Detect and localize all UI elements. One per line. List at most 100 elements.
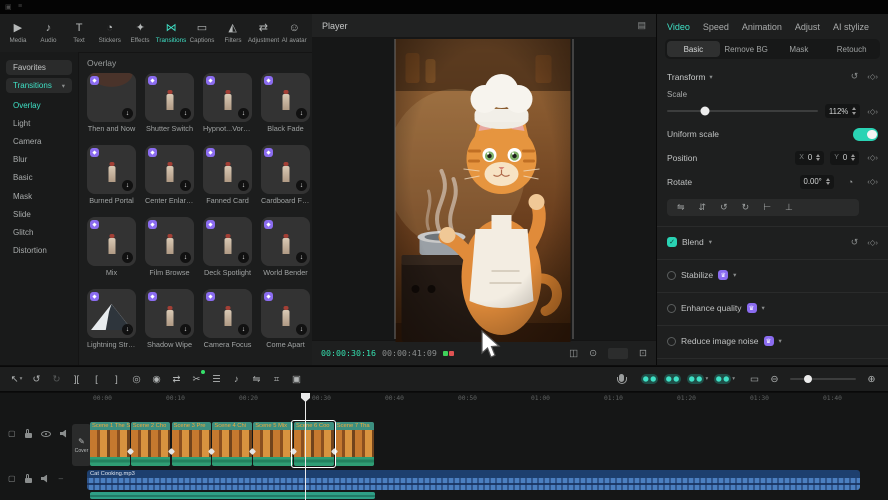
reverse-button[interactable]: ⇄	[168, 370, 185, 388]
player-menu-icon[interactable]: ▤	[637, 20, 646, 31]
mask-button[interactable]: ▣	[288, 370, 305, 388]
lock-icon[interactable]	[25, 433, 32, 438]
tool-captions[interactable]: ▭Captions	[187, 22, 217, 44]
freeze-frame-button[interactable]: ◎	[128, 370, 145, 388]
transition-item[interactable]: ◆↓Shadow Wipe	[145, 289, 194, 349]
section-blend[interactable]: ✓Blend▾↺‹◇›	[667, 236, 878, 249]
sidebar-item-glitch[interactable]: Glitch	[0, 223, 78, 241]
scale-slider-knob[interactable]	[700, 107, 709, 116]
sidebar-item-overlay[interactable]: Overlay	[0, 96, 78, 114]
tab-speed[interactable]: Speed	[703, 22, 729, 32]
checkbox-icon[interactable]	[667, 271, 676, 280]
chevron-down-icon[interactable]: ▾	[709, 238, 712, 246]
tab-ai-stylize[interactable]: AI stylize	[833, 22, 869, 32]
compare-icon[interactable]: ◫	[569, 348, 578, 359]
tab-video[interactable]: Video	[667, 22, 690, 32]
tool-stickers[interactable]: ◔Stickers	[95, 22, 125, 44]
keyframe-icon[interactable]: ‹◇›	[867, 177, 878, 186]
timeline-clip[interactable]: Scene 1 The S	[90, 422, 130, 466]
timeline-clip[interactable]: Scene 4 Chi	[212, 422, 252, 466]
sidebar-item-camera[interactable]: Camera	[0, 132, 78, 150]
transition-item[interactable]: ◆↓Mix	[87, 217, 136, 277]
link-toggle[interactable]	[664, 370, 681, 388]
mute-icon[interactable]	[60, 430, 69, 438]
position-x-box[interactable]: X 0	[795, 151, 824, 165]
chevron-down-icon[interactable]: ▾	[762, 304, 765, 312]
sidebar-item-slide[interactable]: Slide	[0, 205, 78, 223]
transition-item[interactable]: ◆↓Come Apart	[261, 289, 310, 349]
transition-item[interactable]: ◆↓Film Browse	[145, 217, 194, 277]
subtab-basic[interactable]: Basic	[667, 41, 720, 57]
sidebar-item-mask[interactable]: Mask	[0, 187, 78, 205]
reset-icon[interactable]: ↺	[851, 237, 859, 248]
track-collapse-icon[interactable]: ▢	[8, 429, 16, 438]
scale-value-box[interactable]: 112%	[825, 104, 860, 118]
align-left-icon[interactable]: ⊢	[763, 202, 771, 213]
loop-button[interactable]: ◉	[148, 370, 165, 388]
timeline-clip[interactable]: Scene 5 Mix	[253, 422, 293, 466]
subtab-retouch[interactable]: Retouch	[825, 41, 878, 57]
transition-item[interactable]: ◆↓Cardboard Fan	[261, 145, 310, 205]
subtab-mask[interactable]: Mask	[773, 41, 826, 57]
tab-adjust[interactable]: Adjust	[795, 22, 820, 32]
flip-vertical-icon[interactable]: ⇵	[699, 202, 707, 213]
tool-media[interactable]: ▶Media	[3, 22, 33, 44]
transition-item[interactable]: ◆↓Then and Now	[87, 73, 136, 133]
smart-split-button[interactable]: ✂	[188, 370, 205, 388]
trim-left-button[interactable]: [	[88, 370, 105, 388]
position-x-stepper[interactable]	[816, 154, 820, 162]
keyframe-icon[interactable]: ‹◇›	[867, 72, 878, 81]
crop-button[interactable]: ⌗	[268, 370, 285, 388]
select-tool[interactable]: ↖▾	[8, 370, 25, 388]
rotate-dial-icon[interactable]: ◔	[848, 177, 853, 187]
zoom-slider-knob[interactable]	[804, 375, 812, 383]
track-collapse-icon[interactable]: ▢	[8, 474, 16, 483]
timeline-clip[interactable]: Scene 7 Tha	[335, 422, 375, 466]
playhead-handle[interactable]	[301, 393, 310, 402]
audio-clip[interactable]: Cat Cooking.mp3	[87, 470, 860, 490]
transcript-button[interactable]: ☰	[208, 370, 225, 388]
transition-item[interactable]: ◆↓Deck Spotlight	[203, 217, 252, 277]
sidebar-item-favorites[interactable]: Favorites	[6, 60, 72, 75]
timeline-clip[interactable]: Scene 2 Cho	[131, 422, 171, 466]
timeline-clip[interactable]: Scene 3 Pre	[172, 422, 212, 466]
checkbox-checked-icon[interactable]: ✓	[667, 237, 677, 247]
sidebar-item-basic[interactable]: Basic	[0, 169, 78, 187]
keyframe-icon[interactable]: ‹◇›	[867, 153, 878, 162]
snapshot-icon[interactable]: ⊙	[589, 348, 597, 359]
window-menu-icon[interactable]: ▣	[5, 3, 12, 11]
section-enhance-quality[interactable]: Enhance quality♛▾	[667, 302, 878, 315]
extract-audio-button[interactable]: ♪	[228, 370, 245, 388]
preview-monitor-button[interactable]: ▭	[746, 370, 763, 388]
checkbox-icon[interactable]	[667, 337, 676, 346]
tool-ai-avatar[interactable]: ☺AI avatar	[279, 22, 309, 44]
tool-effects[interactable]: ✦Effects	[126, 22, 156, 44]
edit-cover-button[interactable]: ✎ Cover	[72, 424, 91, 466]
sidebar-item-distortion[interactable]: Distortion	[0, 242, 78, 260]
autoscroll-toggle[interactable]: ▾	[714, 370, 735, 388]
transform-section-header[interactable]: Transform ▾ ↺ ‹◇›	[667, 71, 878, 82]
redo-button[interactable]: ↻	[48, 370, 65, 388]
tab-animation[interactable]: Animation	[742, 22, 782, 32]
tool-audio[interactable]: ♪Audio	[34, 22, 64, 44]
transition-item[interactable]: ◆↓Black Fade	[261, 73, 310, 133]
fullscreen-icon[interactable]: ⊡	[639, 348, 647, 359]
keyframe-icon[interactable]: ‹◇›	[867, 238, 878, 247]
checkbox-icon[interactable]	[667, 304, 676, 313]
scale-slider[interactable]	[667, 110, 818, 112]
transition-item[interactable]: ◆↓Fanned Card	[203, 145, 252, 205]
split-button[interactable]: ][	[68, 370, 85, 388]
uniform-scale-toggle[interactable]	[853, 128, 878, 141]
timeline-zoom-slider[interactable]	[790, 378, 856, 380]
subtab-remove-bg[interactable]: Remove BG	[720, 41, 773, 57]
scale-stepper[interactable]	[852, 107, 856, 115]
transition-item[interactable]: ◆↓Center Enlarge	[145, 145, 194, 205]
mirror-button[interactable]: ⇋	[248, 370, 265, 388]
reset-icon[interactable]: ↺	[851, 71, 859, 82]
player-video[interactable]	[395, 39, 574, 339]
zoom-out-button[interactable]: ⊖	[766, 370, 783, 388]
rotate-value-box[interactable]: 0.00°	[800, 175, 834, 189]
sidebar-item-blur[interactable]: Blur	[0, 151, 78, 169]
magnetic-toggle[interactable]	[641, 370, 658, 388]
eye-icon[interactable]	[41, 431, 51, 437]
